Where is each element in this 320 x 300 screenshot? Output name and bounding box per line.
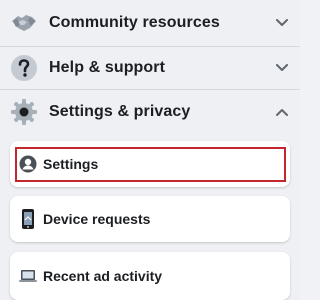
laptop-icon [18,266,38,286]
gear-icon [10,98,38,126]
settings-item[interactable]: Settings [10,141,290,187]
question-icon [10,54,38,82]
menu-screen: Community resources Help & support Setti… [0,0,300,300]
phone-icon [18,209,38,229]
chevron-up-icon[interactable] [274,104,290,120]
settings-item-label: Settings [43,156,99,172]
chevron-down-icon[interactable] [274,60,290,76]
device-requests-label: Device requests [43,211,151,227]
section-label: Help & support [49,59,166,76]
device-requests-item[interactable]: Device requests [10,196,290,242]
chevron-down-icon[interactable] [274,15,290,31]
recent-ad-activity-item[interactable]: Recent ad activity [10,252,290,300]
section-label: Settings & privacy [49,103,191,120]
section-label: Community resources [49,14,220,31]
section-settings-privacy[interactable]: Settings & privacy [0,90,300,134]
handshake-icon [10,9,38,37]
section-community-resources[interactable]: Community resources [0,0,300,46]
section-help-support[interactable]: Help & support [0,47,300,89]
recent-ad-activity-label: Recent ad activity [43,268,163,284]
person-icon [18,154,38,174]
